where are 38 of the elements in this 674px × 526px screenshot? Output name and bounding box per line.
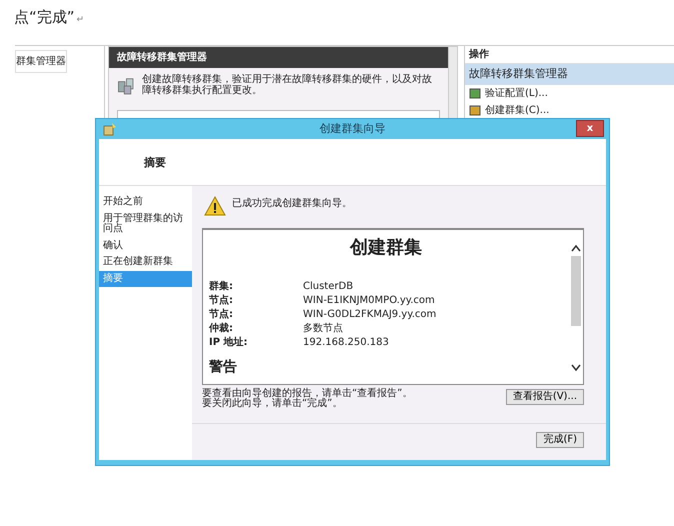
pane-description: 创建故障转移群集，验证用于潜在故障转移群集的硬件，以及对故障转移群集执行配置更改。 — [142, 74, 433, 98]
report-section: 警告 — [209, 357, 563, 378]
action-icon — [469, 87, 481, 99]
success-message: 已成功完成创建群集向导。 — [232, 196, 352, 211]
scroll-up-icon[interactable] — [571, 244, 581, 252]
field-value: WIN-G0DL2FKMAJ9.yy.com — [303, 308, 436, 322]
caption: 点“完成” — [14, 8, 75, 26]
field-value: ClusterDB — [303, 280, 354, 294]
field-value: WIN-E1IKNJM0MPO.yy.com — [303, 294, 435, 308]
dialog-title: 创建群集向导 — [320, 120, 386, 137]
field-label: 仲裁: — [209, 322, 234, 336]
action-icon — [469, 104, 481, 116]
field-label: 群集: — [209, 280, 234, 294]
field-value: 多数节点 — [303, 322, 343, 336]
finish-button[interactable]: 完成(F) — [536, 432, 584, 448]
hint-text: 要查看由向导创建的报告，请单击“查看报告”。 — [202, 389, 412, 399]
wizard-step[interactable]: 用于管理群集的访问点 — [99, 210, 192, 238]
close-button[interactable]: x — [576, 120, 604, 137]
report-heading: 创建群集 — [348, 236, 423, 260]
wizard-icon — [103, 122, 117, 136]
tree-item[interactable]: 群集管理器 — [15, 50, 67, 73]
paragraph-mark: ↵ — [76, 15, 84, 25]
wizard-step[interactable]: 确认 — [99, 238, 192, 254]
page-title: 摘要 — [144, 156, 166, 169]
actions-section: 故障转移群集管理器 — [465, 64, 674, 84]
field-label: 节点: — [209, 294, 234, 308]
field-label: IP 地址: — [209, 336, 249, 350]
hint-text: 要关闭此向导，请单击“完成”。 — [202, 399, 344, 409]
wizard-step[interactable]: 正在创建新群集 — [99, 254, 192, 270]
field-label: 节点: — [209, 308, 234, 322]
scroll-down-icon[interactable] — [571, 364, 581, 372]
view-report-button[interactable]: 查看报告(V)... — [506, 389, 584, 405]
field-value: 192.168.250.183 — [303, 336, 389, 350]
warning-icon — [204, 196, 226, 216]
wizard-step[interactable]: 开始之前 — [99, 194, 192, 210]
action-item[interactable]: 创建群集(C)... — [465, 102, 674, 118]
pane-title: 故障转移群集管理器 — [109, 47, 448, 68]
action-item[interactable]: 验证配置(L)... — [465, 84, 674, 102]
